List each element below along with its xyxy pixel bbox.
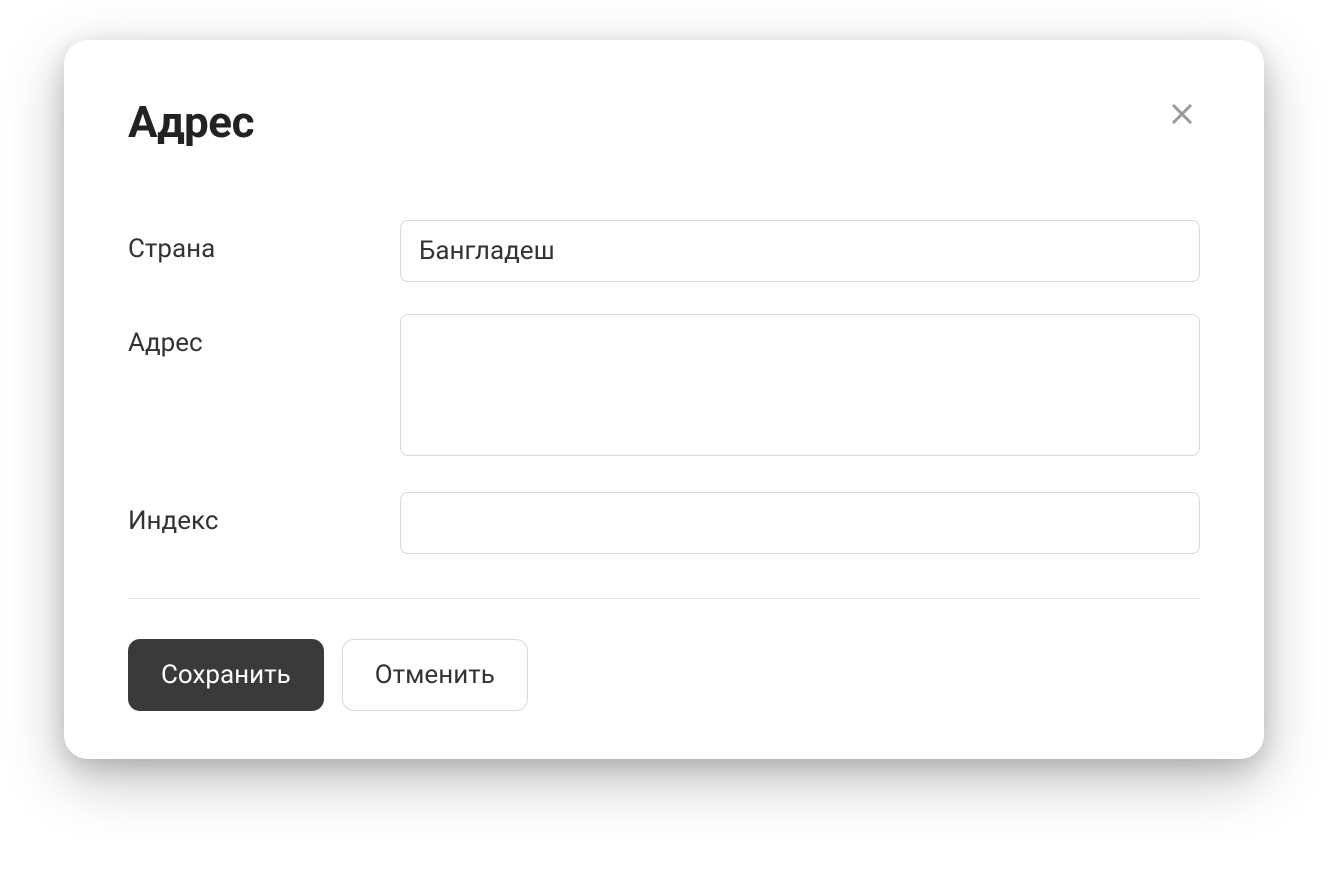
form-row-country: Страна xyxy=(128,220,1200,282)
address-field-wrap xyxy=(400,314,1200,460)
footer-divider xyxy=(128,598,1200,599)
modal-title: Адрес xyxy=(128,96,254,148)
country-field-wrap xyxy=(400,220,1200,282)
postal-code-input[interactable] xyxy=(400,492,1200,554)
save-button[interactable]: Сохранить xyxy=(128,639,324,711)
close-button[interactable] xyxy=(1164,96,1200,132)
country-input[interactable] xyxy=(400,220,1200,282)
form-row-address: Адрес xyxy=(128,314,1200,460)
country-label: Страна xyxy=(128,220,400,264)
postal-code-label: Индекс xyxy=(128,492,400,536)
form-row-postal-code: Индекс xyxy=(128,492,1200,554)
address-input[interactable] xyxy=(400,314,1200,456)
modal-header: Адрес xyxy=(128,96,1200,148)
postal-code-field-wrap xyxy=(400,492,1200,554)
address-modal: Адрес Страна Адрес Индекс Сохранить Отме… xyxy=(64,40,1264,759)
close-icon xyxy=(1168,100,1196,128)
cancel-button[interactable]: Отменить xyxy=(342,639,528,711)
modal-footer: Сохранить Отменить xyxy=(128,639,1200,711)
address-label: Адрес xyxy=(128,314,400,358)
